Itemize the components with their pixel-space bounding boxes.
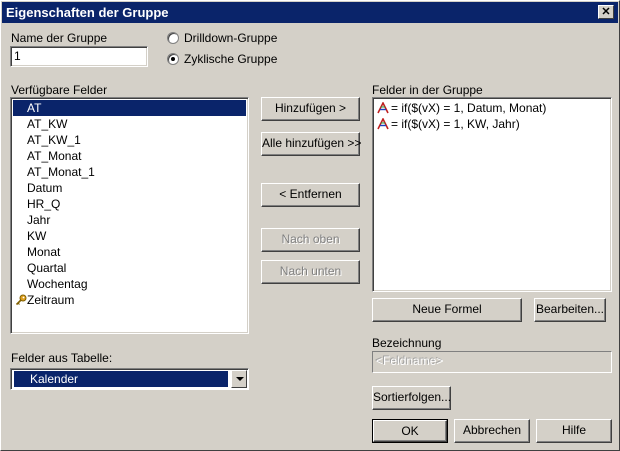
new-formula-button[interactable]: Neue Formel <box>372 298 522 322</box>
add-all-button[interactable]: Alle hinzufügen >> <box>261 132 361 156</box>
drilldown-group-label: Drilldown-Gruppe <box>184 31 278 45</box>
list-item[interactable]: AT <box>13 100 246 116</box>
list-item-label: Quartal <box>27 261 67 275</box>
list-item-label: AT_KW <box>27 117 68 131</box>
designation-label: Bezeichnung <box>372 336 442 350</box>
list-item-label: AT_Monat_1 <box>27 165 95 179</box>
window-title: Eigenschaften der Gruppe <box>6 5 169 20</box>
list-item[interactable]: Datum <box>13 180 246 196</box>
table-select[interactable]: Kalender <box>10 368 249 390</box>
available-fields-label: Verfügbare Felder <box>11 83 108 97</box>
chevron-down-icon[interactable] <box>231 370 247 388</box>
list-item[interactable]: Wochentag <box>13 276 246 292</box>
list-item[interactable]: AT_KW <box>13 116 246 132</box>
group-fields-label: Felder in der Gruppe <box>372 83 483 97</box>
list-item[interactable]: Zeitraum <box>13 292 246 308</box>
close-icon[interactable]: ✕ <box>598 5 614 19</box>
list-item-label: KW <box>27 229 47 243</box>
remove-button[interactable]: < Entfernen <box>261 183 360 207</box>
group-fields-list[interactable]: = if($(vX) = 1, Datum, Monat) = if($(vX) … <box>372 97 612 292</box>
designation-input[interactable]: <Feldname> <box>372 351 612 373</box>
radio-drilldown-group[interactable] <box>167 32 179 44</box>
table-fields-label: Felder aus Tabelle: <box>11 351 113 365</box>
list-item-label: AT_KW_1 <box>27 133 81 147</box>
help-button[interactable]: Hilfe <box>536 419 612 443</box>
available-fields-list[interactable]: AT AT_KW AT_KW_1 AT_Monat AT_Monat_1 Datum HR_… <box>10 97 249 334</box>
ok-button[interactable]: OK <box>372 419 448 443</box>
group-name-label: Name der Gruppe <box>11 31 108 45</box>
list-item-label: Datum <box>27 181 63 195</box>
cyclic-group-label: Zyklische Gruppe <box>184 52 278 66</box>
list-item[interactable]: AT_KW_1 <box>13 132 246 148</box>
list-item[interactable]: Quartal <box>13 260 246 276</box>
list-item[interactable]: = if($(vX) = 1, Datum, Monat) <box>375 100 609 116</box>
move-up-button[interactable]: Nach oben <box>261 228 360 252</box>
list-item-label: Wochentag <box>27 277 88 291</box>
list-item-label: Monat <box>27 245 61 259</box>
key-icon <box>15 294 27 306</box>
list-item-label: AT <box>27 101 42 115</box>
list-item[interactable]: = if($(vX) = 1, KW, Jahr) <box>375 116 609 132</box>
add-button[interactable]: Hinzufügen > <box>261 97 360 121</box>
list-item-label: Jahr <box>27 213 51 227</box>
radio-cyclic-group[interactable] <box>167 53 179 65</box>
group-properties-dialog: Eigenschaften der Gruppe ✕ Name der Grup… <box>0 0 620 451</box>
formula-icon <box>377 101 389 114</box>
list-item[interactable]: AT_Monat <box>13 148 246 164</box>
list-item-label: AT_Monat <box>27 149 82 163</box>
designation-placeholder: <Feldname> <box>376 354 444 368</box>
formula-icon <box>377 117 389 130</box>
move-down-button[interactable]: Nach unten <box>261 260 360 284</box>
list-item[interactable]: HR_Q <box>13 196 246 212</box>
list-item[interactable]: AT_Monat_1 <box>13 164 246 180</box>
list-item[interactable]: Monat <box>13 244 246 260</box>
list-item-label: HR_Q <box>27 197 61 211</box>
list-item-label: = if($(vX) = 1, Datum, Monat) <box>391 101 547 115</box>
sort-orders-button[interactable]: Sortierfolgen... <box>372 386 451 410</box>
list-item[interactable]: Jahr <box>13 212 246 228</box>
table-select-value: Kalender <box>14 371 228 387</box>
cancel-button[interactable]: Abbrechen <box>454 419 530 443</box>
list-item-label: Zeitraum <box>27 293 75 307</box>
list-item-label: = if($(vX) = 1, KW, Jahr) <box>391 117 520 131</box>
list-item[interactable]: KW <box>13 228 246 244</box>
group-name-input[interactable]: 1 <box>10 46 148 67</box>
edit-button[interactable]: Bearbeiten... <box>534 298 606 322</box>
title-bar: Eigenschaften der Gruppe ✕ <box>2 2 618 23</box>
